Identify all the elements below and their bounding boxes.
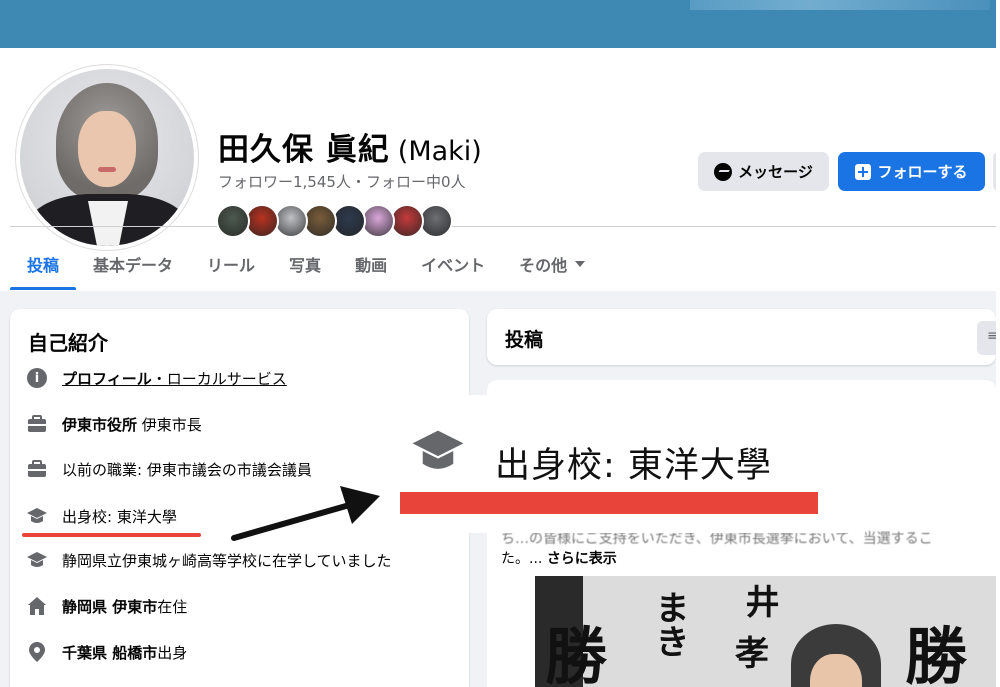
friend-avatars[interactable] [216, 204, 476, 240]
briefcase-icon [26, 458, 48, 480]
tab-posts[interactable]: 投稿 [10, 238, 77, 290]
from-suffix: 出身 [157, 643, 188, 662]
follow-plus-icon [855, 163, 872, 180]
tab-label: イベント [421, 256, 486, 275]
avatar-photo [20, 69, 194, 246]
workplace-link[interactable]: 伊東市役所 [62, 416, 137, 434]
intro-title: 自己紹介 [28, 331, 108, 355]
posts-title: 投稿 [505, 329, 544, 351]
local-service-link[interactable]: ・ローカルサービス [152, 370, 287, 388]
briefcase-icon [26, 413, 48, 435]
hometown-link[interactable]: 千葉県 船橋市 [62, 644, 157, 662]
intro-work-row: 伊東市役所 伊東市長 [26, 411, 202, 437]
posts-header-card: 投稿 ≡ [487, 309, 1000, 365]
photo-calligraphy-5: 勝 [905, 620, 968, 687]
messenger-icon [714, 162, 733, 181]
intro-from-row: 千葉県 船橋市出身 [26, 639, 187, 665]
tab-about[interactable]: 基本データ [76, 238, 190, 290]
photo-calligraphy-3: 井 [739, 584, 779, 618]
post-text-line2: た。... [501, 551, 543, 567]
previous-job: 以前の職業: 伊東市議会の市議会議員 [62, 460, 312, 479]
tab-reels[interactable]: リール [190, 238, 272, 290]
tab-label: その他 [519, 256, 568, 275]
lives-suffix: 在住 [157, 597, 188, 616]
right-edge [996, 0, 1000, 687]
education-highschool[interactable]: 静岡県立伊東城ヶ崎高等学校に在学していました [62, 550, 392, 571]
friend-avatar[interactable] [419, 204, 453, 238]
friend-avatar[interactable] [361, 204, 395, 238]
profile-name: 田久保 眞紀 (Maki) [218, 124, 482, 169]
intro-education-row: 出身校: 東洋大學 [26, 503, 177, 529]
intro-lives-row: 静岡県 伊東市在住 [26, 593, 187, 619]
friend-avatar[interactable] [303, 204, 337, 238]
profile-link[interactable]: プロフィール [62, 370, 152, 388]
post-photo[interactable]: 勝 まき 井 孝 勝 [535, 576, 996, 687]
education-highlight-underline [22, 533, 201, 537]
post-text: ち…の皆様にご支持をいただき、伊東市長選挙において、当選するこ た。... さら… [501, 528, 996, 568]
profile-tabs: 投稿 基本データ リール 写真 動画 イベント その他 [10, 238, 996, 290]
see-more-link[interactable]: さらに表示 [547, 551, 617, 567]
tab-events[interactable]: イベント [404, 238, 502, 290]
photo-calligraphy-1: 勝 [545, 620, 608, 687]
follow-stats[interactable]: フォロワー1,545人・フォロー中0人 [218, 171, 466, 192]
graduation-cap-icon [26, 549, 48, 571]
intro-profile-row[interactable]: i プロフィール・ローカルサービス [26, 365, 287, 391]
tab-photos[interactable]: 写真 [272, 238, 338, 290]
cover-glint [690, 0, 990, 10]
intro-highschool-row: 静岡県立伊東城ヶ崎高等学校に在学していました [26, 547, 392, 573]
tab-more[interactable]: その他 [502, 238, 602, 290]
tab-label: 投稿 [27, 256, 60, 275]
tab-label: 写真 [289, 256, 322, 275]
zoom-highlight-bar [400, 492, 818, 514]
friend-avatar[interactable] [332, 204, 366, 238]
tab-label: リール [207, 256, 256, 275]
cover-photo[interactable] [0, 0, 1000, 48]
message-button[interactable]: メッセージ [698, 152, 829, 191]
tab-label: 基本データ [93, 256, 174, 275]
home-icon [26, 595, 48, 617]
profile-name-en: (Maki) [397, 136, 482, 167]
photo-calligraphy-2: まき [649, 590, 689, 658]
photo-calligraphy-4: 孝 [735, 634, 769, 674]
education-college[interactable]: 出身校: 東洋大學 [62, 506, 177, 527]
tab-videos[interactable]: 動画 [338, 238, 404, 290]
graduation-cap-icon [410, 428, 466, 478]
graduation-cap-icon [26, 505, 48, 527]
job-title: 伊東市長 [137, 415, 202, 434]
annotation-arrow-icon [231, 486, 380, 541]
header-divider [10, 226, 996, 227]
zoom-callout-text: 出身校: 東洋大學 [495, 446, 772, 486]
current-city-link[interactable]: 静岡県 伊東市 [62, 598, 157, 616]
friend-avatar[interactable] [245, 204, 279, 238]
follow-button[interactable]: フォローする [838, 152, 985, 191]
tab-label: 動画 [355, 256, 388, 275]
friend-avatar[interactable] [216, 204, 250, 238]
follow-button-label: フォローする [877, 163, 968, 181]
profile-avatar[interactable] [16, 65, 198, 250]
profile-name-ja: 田久保 眞紀 [218, 132, 390, 168]
chevron-down-icon [575, 261, 586, 267]
message-button-label: メッセージ [738, 163, 813, 181]
location-pin-icon [26, 641, 48, 663]
info-icon: i [26, 367, 48, 389]
friend-avatar[interactable] [390, 204, 424, 238]
intro-previous-work-row: 以前の職業: 伊東市議会の市議会議員 [26, 456, 312, 482]
friend-avatar[interactable] [274, 204, 308, 238]
